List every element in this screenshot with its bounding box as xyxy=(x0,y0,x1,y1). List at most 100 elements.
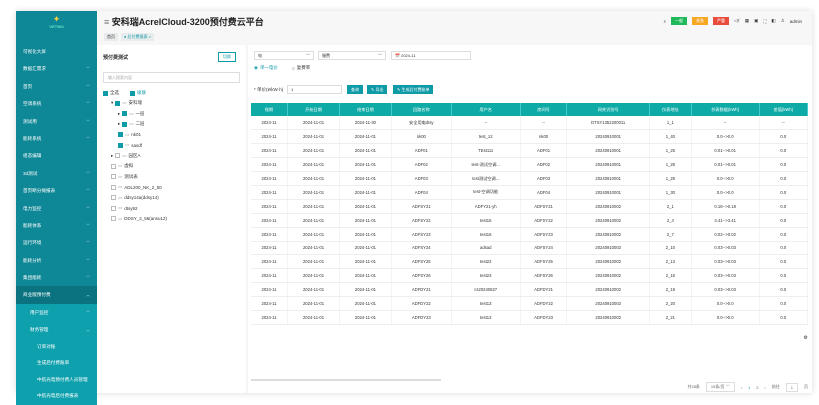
fullscreen-icon[interactable]: ⛶ xyxy=(763,19,766,24)
alarm-severe-badge[interactable]: 严重 xyxy=(713,17,730,25)
table-row[interactable]: 2024-11 2024-11-01 2024-11-01 ADFSY26 test23… xyxy=(251,268,809,284)
search-icon[interactable]: ⌕ xyxy=(663,19,666,24)
sidebar-item[interactable]: 能耗分析 ﹀ xyxy=(16,252,97,269)
checkbox[interactable] xyxy=(118,132,123,137)
image-icon[interactable]: ▣ xyxy=(754,18,758,24)
sidebar-item[interactable]: 能耗系统 ﹀ xyxy=(16,130,97,147)
tab-postpaid-report[interactable]: ● 后付费报表 × xyxy=(121,33,154,41)
single-price-radio[interactable]: ◉ 单一电价 xyxy=(254,65,278,71)
sidebar-item[interactable]: 数据汇需求 ﹀ xyxy=(16,60,97,77)
alarm-normal-badge[interactable]: 一般 xyxy=(671,17,688,25)
table-row[interactable]: 2024-11 2024-11-01 2024-11-01 ADF03 test测试空调… xyxy=(251,171,809,186)
sidebar-item[interactable]: 可视化大屏 xyxy=(16,43,97,60)
checkbox[interactable] xyxy=(115,100,121,106)
sound-icon[interactable]: ◁ｲ xyxy=(734,18,740,24)
month-picker[interactable]: 📅 2024-11 xyxy=(391,51,471,60)
sidebar-item[interactable]: 运行环境 ﹀ xyxy=(16,234,97,251)
checkbox[interactable] xyxy=(111,216,116,221)
checkbox[interactable] xyxy=(111,195,116,200)
sidebar-item[interactable]: 组态编辑 xyxy=(16,147,97,164)
tree-node[interactable]: ▭ DDSY_2_56(ansu12) xyxy=(105,216,167,222)
tree-node[interactable]: ▭ 测试表 xyxy=(105,174,138,180)
checkbox[interactable] xyxy=(118,142,123,148)
sidebar-item[interactable]: 空调系统 ﹀ xyxy=(16,95,97,112)
table-row[interactable]: 2024-11 2024-11-01 2024-11-01 ADFSY22 test15… xyxy=(251,213,809,228)
checkbox[interactable] xyxy=(111,184,116,190)
price-input[interactable]: 1 xyxy=(287,85,342,94)
table-cell: 2024-11-01 xyxy=(339,227,392,242)
table-row[interactable]: 2024-11 2024-11-01 2024-11-01 ADFSY24 adsad A… xyxy=(251,241,809,256)
alarm-urgent-badge[interactable]: 紧急 xyxy=(692,17,709,25)
sidebar-item[interactable]: 3d测试 ﹀ xyxy=(16,165,97,182)
query-button[interactable]: 查询 xyxy=(347,85,363,94)
generate-bill-button[interactable]: ✎ 生成后付费账单 xyxy=(393,85,434,94)
checkbox[interactable] xyxy=(122,121,128,127)
sidebar-item[interactable]: 商业版预付费 ︿ xyxy=(16,286,97,304)
sidebar-item[interactable]: 中航光电后付费报表 xyxy=(16,388,97,405)
sidebar-item[interactable]: 用户监控 ﹀ xyxy=(16,303,97,322)
table-row[interactable]: 2024-11 2024-11-01 2024-11-01 ADFSY25 test22… xyxy=(251,254,809,270)
tree-node[interactable]: ▭ ddsy14a(ddsy14) xyxy=(105,195,159,201)
tree-node[interactable]: ▭ dtsy92 xyxy=(105,205,138,211)
table-row[interactable]: 2024-11 2024-11-01 2024-11-30 安全用电dtsy -- -- D… xyxy=(251,116,809,131)
arrow-icon[interactable]: ▸ xyxy=(118,121,120,127)
page-2[interactable]: 2 xyxy=(756,385,758,390)
sidebar-item[interactable]: 财务管理 ︿ xyxy=(16,321,97,339)
tree-node[interactable]: ▭ sasdf xyxy=(112,142,142,148)
goto-input[interactable]: 1 xyxy=(785,382,798,392)
arrow-icon[interactable]: ▾ xyxy=(111,100,113,106)
sidebar-item[interactable]: 中航光电预付费人员管理 xyxy=(16,371,97,389)
fee-type-select[interactable]: 服费 ﹀ xyxy=(318,51,386,60)
table-row[interactable]: 2024-11 2024-11-01 2024-11-01 ADFSY21 ADFY21… xyxy=(251,199,809,214)
table-row[interactable]: 2024-11 2024-11-01 2024-11-01 ADFDY23 test13… xyxy=(251,310,809,325)
tree-node[interactable]: ▾ ▭ 安科瑞 xyxy=(105,100,142,106)
qrcode-icon[interactable]: ▦ xyxy=(745,18,749,24)
export-button[interactable]: ✎ 导出 xyxy=(367,85,388,94)
page-size-select[interactable]: 15条/页 ﹀ xyxy=(705,382,735,392)
sidebar-item[interactable]: 集团能耗 ﹀ xyxy=(16,269,97,286)
tab-home[interactable]: 首页 xyxy=(104,33,118,41)
table-row[interactable]: 2024-11 2024-11-01 2024-11-01 ADFDY21 cs2024… xyxy=(251,282,809,298)
switch-button[interactable]: 切换 xyxy=(218,52,236,62)
tree-search-input[interactable]: 输入搜索内容 xyxy=(103,72,240,83)
table-row[interactable]: 2024-11 2024-11-01 2024-11-01 ADFDY22 test13… xyxy=(251,296,809,311)
sidebar-item[interactable]: 电力监控 ﹀ xyxy=(16,200,97,217)
tree-node[interactable]: ▸ ▭ 园区A xyxy=(105,153,141,159)
tree-node[interactable]: ▭ ADL200_NK_2_50 xyxy=(105,184,162,190)
tree-node[interactable]: ▭ nk01 xyxy=(112,132,141,138)
checkbox[interactable] xyxy=(111,174,116,179)
cascade-checkbox[interactable]: 级联 xyxy=(130,90,146,96)
horizontal-scrollbar[interactable] xyxy=(251,379,441,381)
checkbox[interactable] xyxy=(111,163,116,169)
table-row[interactable]: 2024-11 2024-11-01 2024-11-01 ADF02 test-测试空… xyxy=(251,157,809,173)
table-row[interactable]: 2024-11 2024-11-01 2024-11-01 ADF01 TEst111 A… xyxy=(251,143,809,159)
select-all-checkbox[interactable]: 全选 xyxy=(103,90,119,96)
table-row[interactable]: 2024-11 2024-11-01 2024-11-01 ADF04 test-空调功… xyxy=(251,185,809,200)
tree-node[interactable]: ▸ ▭ 二层 xyxy=(112,121,145,127)
sidebar-item[interactable]: 首页断分摊报表 ﹀ xyxy=(16,182,97,199)
menu-icon[interactable]: ≡ xyxy=(104,17,112,27)
table-row[interactable]: 2024-11 2024-11-01 2024-11-01 nk00 test_12 nk… xyxy=(251,129,809,145)
energy-select[interactable]: 电 ﹀ xyxy=(254,51,314,60)
checkbox[interactable] xyxy=(115,153,121,158)
sidebar-item[interactable]: 订单对账 xyxy=(16,338,97,356)
sidebar-item[interactable]: 首页 ﹀ xyxy=(16,78,97,95)
tree-node[interactable]: ▸ ▭ 一层 xyxy=(112,111,145,117)
arrow-icon[interactable]: ▸ xyxy=(118,111,120,117)
theme-icon[interactable]: ♙ xyxy=(781,18,785,24)
language-icon[interactable]: ◧ xyxy=(771,18,775,24)
tree-node[interactable]: ▭ 虚拟 xyxy=(105,163,133,169)
prev-page-button[interactable]: ‹ xyxy=(741,385,742,390)
sidebar-item[interactable]: 能耗体系 ﹀ xyxy=(16,217,97,234)
page-1[interactable]: 1 xyxy=(748,385,750,390)
multi-rate-radio[interactable]: ○ 复费率 xyxy=(292,65,310,71)
table-row[interactable]: 2024-11 2024-11-01 2024-11-01 ADFSY23 test16… xyxy=(251,227,809,242)
sidebar-item[interactable]: 生成后付费账单 xyxy=(16,355,97,372)
next-page-button[interactable]: › xyxy=(764,385,765,390)
column-settings-icon[interactable]: ⚙ xyxy=(804,335,808,341)
arrow-icon[interactable]: ▸ xyxy=(111,153,113,159)
checkbox[interactable] xyxy=(122,111,128,116)
sidebar-item[interactable]: 测试用 ﹀ xyxy=(16,113,97,130)
checkbox[interactable] xyxy=(111,205,116,211)
user-name[interactable]: admin xyxy=(790,19,802,24)
